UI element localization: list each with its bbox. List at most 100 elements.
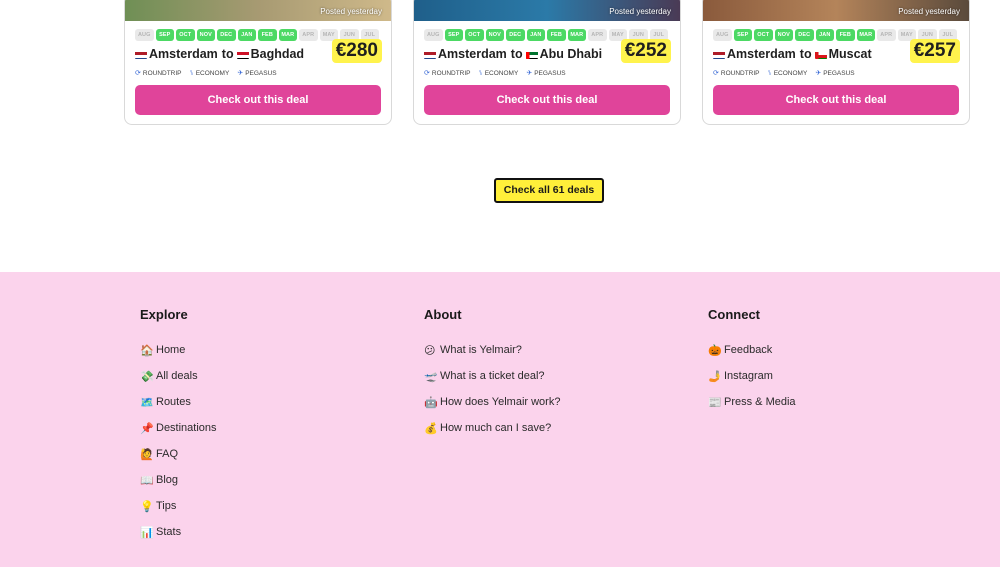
footer-about-title: About	[424, 307, 462, 322]
footer-link-label: What is Yelmair?	[440, 344, 522, 356]
footer-link-label: Destinations	[156, 422, 217, 434]
footer-link[interactable]: 🏠 Home	[140, 344, 217, 370]
destination-flag-icon	[525, 50, 538, 59]
link-emoji-icon: 📰	[708, 397, 722, 409]
footer-link[interactable]: 🤳 Instagram	[708, 370, 796, 396]
footer-connect-list: 🎃 Feedback 🤳 Instagram 📰 Press & Media	[708, 344, 796, 422]
airline: ✈ PEGASUS	[526, 69, 566, 78]
footer-connect: Connect 🎃 Feedback 🤳 Instagram 📰 Press & Medi…	[708, 307, 796, 422]
month-chip: FEB	[547, 29, 566, 41]
footer-link[interactable]: 🙋 FAQ	[140, 448, 217, 474]
roundtrip-icon: ⟳	[135, 70, 141, 77]
month-chip: JAN	[237, 29, 256, 41]
route-title: Amsterdam to Muscat	[713, 47, 873, 61]
month-chip: SEP	[733, 29, 752, 41]
origin-city: Amsterdam	[149, 47, 218, 61]
month-chip: SEP	[155, 29, 174, 41]
month-chip: FEB	[258, 29, 277, 41]
month-chip: DEC	[217, 29, 236, 41]
airline: ✈ PEGASUS	[237, 69, 277, 78]
footer-link-label: Press & Media	[724, 396, 796, 408]
route-separator: to	[799, 47, 812, 61]
footer-link[interactable]: 🗺️ Routes	[140, 396, 217, 422]
link-emoji-icon: 🤖	[424, 397, 438, 409]
month-chip: SEP	[444, 29, 463, 41]
link-emoji-icon: 😕	[424, 345, 436, 357]
check-deal-button[interactable]: Check out this deal	[135, 85, 381, 115]
footer-link[interactable]: 😕 What is Yelmair?	[424, 344, 560, 370]
page: Posted yesterday AUG SEP OCT NOV DEC JAN FEB MA…	[0, 0, 1000, 567]
plane-icon: ✈	[237, 70, 244, 77]
destination-city: Baghdad	[250, 47, 305, 61]
cabin-class: ⑊ ECONOMY	[767, 69, 808, 77]
origin-city: Amsterdam	[438, 47, 507, 61]
deal-price: €257	[909, 39, 960, 63]
footer-link[interactable]: 💡 Tips	[140, 500, 217, 526]
route-separator: to	[510, 47, 523, 61]
footer-link[interactable]: 🛫 What is a ticket deal?	[424, 370, 560, 396]
roundtrip-icon: ⟳	[424, 70, 430, 77]
check-deal-button[interactable]: Check out this deal	[713, 85, 959, 115]
month-chip: OCT	[754, 29, 773, 41]
footer-link[interactable]: 📖 Blog	[140, 474, 217, 500]
cabin-class: ⑊ ECONOMY	[478, 69, 519, 77]
route-title: Amsterdam to Baghdad	[135, 47, 305, 61]
destination-flag-icon	[814, 50, 827, 59]
month-chip: MAR	[278, 29, 297, 41]
month-chip: NOV	[196, 29, 215, 41]
plane-icon: ✈	[815, 70, 822, 77]
deal-price: €252	[620, 39, 671, 63]
roundtrip-icon: ⟳	[713, 70, 719, 77]
footer-link[interactable]: 🤖 How does Yelmair work?	[424, 396, 560, 422]
link-emoji-icon: 🎃	[708, 345, 722, 357]
check-deal-button[interactable]: Check out this deal	[424, 85, 670, 115]
trip-type: ⟳ ROUNDTRIP	[135, 69, 182, 78]
seat-icon: ⑊	[189, 69, 194, 77]
footer-about-list: 😕 What is Yelmair? 🛫 What is a ticket deal?…	[424, 344, 560, 448]
destination-city: Muscat	[828, 47, 872, 61]
footer-link-label: What is a ticket deal?	[440, 370, 545, 382]
month-chip: JAN	[815, 29, 834, 41]
link-emoji-icon: 📌	[140, 423, 154, 435]
footer-link[interactable]: 📊 Stats	[140, 526, 217, 552]
month-chip: APR	[588, 29, 607, 41]
destination-city: Abu Dhabi	[539, 47, 603, 61]
footer-explore: Explore 🏠 Home 💸 All deals 🗺️ Routes 📌 Destinat…	[140, 307, 217, 552]
seat-icon: ⑊	[767, 69, 772, 77]
footer-link-label: Blog	[156, 474, 179, 486]
link-emoji-icon: 💰	[424, 423, 438, 435]
month-chip: NOV	[774, 29, 793, 41]
deal-meta: ⟳ ROUNDTRIP ⑊ ECONOMY ✈ PEGASUS	[135, 69, 277, 78]
footer-link[interactable]: 📰 Press & Media	[708, 396, 796, 422]
month-chip: DEC	[795, 29, 814, 41]
route-separator: to	[221, 47, 234, 61]
month-chip: DEC	[506, 29, 525, 41]
month-chip: MAR	[856, 29, 875, 41]
deal-card[interactable]: Posted yesterday AUG SEP OCT NOV DEC JAN FEB MA…	[702, 0, 970, 125]
footer-link-label: Stats	[156, 526, 182, 538]
footer-link[interactable]: 📌 Destinations	[140, 422, 217, 448]
footer-explore-list: 🏠 Home 💸 All deals 🗺️ Routes 📌 Destinations 🙋 FAQ…	[140, 344, 217, 552]
link-emoji-icon: 🤳	[708, 371, 722, 383]
posted-label: Posted yesterday	[609, 7, 671, 16]
netherlands-flag-icon	[713, 50, 725, 59]
link-emoji-icon: 💡	[140, 501, 154, 513]
origin-city: Amsterdam	[727, 47, 796, 61]
month-chip: FEB	[836, 29, 855, 41]
footer-link[interactable]: 💸 All deals	[140, 370, 217, 396]
check-all-deals-button[interactable]: Check all 61 deals	[494, 178, 604, 203]
link-emoji-icon: 📖	[140, 475, 154, 487]
footer-link-label: All deals	[156, 370, 198, 382]
footer-link[interactable]: 🎃 Feedback	[708, 344, 796, 370]
deal-card[interactable]: Posted yesterday AUG SEP OCT NOV DEC JAN FEB MA…	[124, 0, 392, 125]
footer-link[interactable]: 💰 How much can I save?	[424, 422, 560, 448]
footer-link-label: Instagram	[724, 370, 773, 382]
footer-link-label: Tips	[156, 500, 177, 512]
deal-card[interactable]: Posted yesterday AUG SEP OCT NOV DEC JAN FEB MA…	[413, 0, 681, 125]
netherlands-flag-icon	[424, 50, 436, 59]
month-chip: APR	[877, 29, 896, 41]
route-title: Amsterdam to Abu Dhabi	[424, 47, 603, 61]
month-chip: AUG	[713, 29, 732, 41]
month-chip: AUG	[135, 29, 154, 41]
seat-icon: ⑊	[478, 69, 483, 77]
